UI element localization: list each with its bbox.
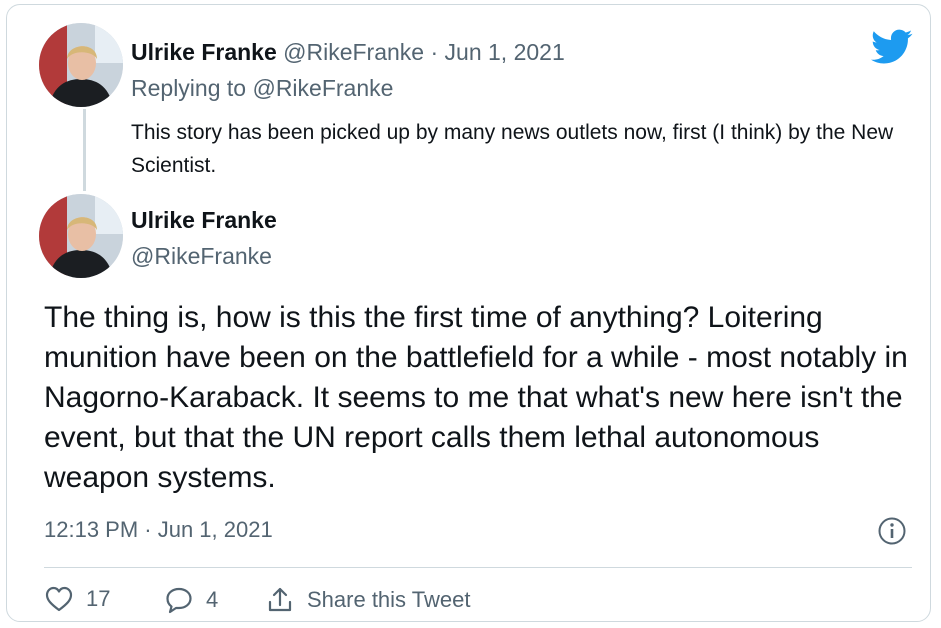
- reply-button[interactable]: 4: [164, 585, 218, 615]
- reply-tweet-text: This story has been picked up by many ne…: [131, 121, 894, 177]
- reply-tweet-date[interactable]: Jun 1, 2021: [445, 39, 565, 65]
- reply-meta-separator: ·: [430, 39, 439, 65]
- share-label: Share this Tweet: [307, 587, 471, 612]
- reply-tweet-header: Ulrike Franke @RikeFranke · Jun 1, 2021: [131, 39, 565, 66]
- speech-bubble-icon: [166, 587, 192, 614]
- heart-icon: [45, 586, 73, 612]
- replying-to-prefix: Replying to: [131, 75, 247, 101]
- main-tweet-text: The thing is, how is this the first time…: [44, 301, 908, 494]
- action-bar-divider: [44, 567, 912, 568]
- like-button[interactable]: 17: [44, 585, 110, 613]
- reply-author-handle[interactable]: @RikeFranke: [283, 39, 424, 65]
- main-author-name[interactable]: Ulrike Franke: [131, 207, 277, 234]
- thread-connector-line: [83, 109, 86, 191]
- share-tweet-button[interactable]: Share this Tweet: [265, 585, 470, 615]
- main-author-handle[interactable]: @RikeFranke: [131, 243, 272, 270]
- reply-author-name[interactable]: Ulrike Franke: [131, 39, 277, 65]
- info-icon[interactable]: [877, 516, 907, 546]
- share-upload-icon: [268, 587, 292, 612]
- replying-to-line: Replying to @RikeFranke: [131, 75, 393, 102]
- replying-to-handle-link[interactable]: @RikeFranke: [252, 75, 393, 101]
- twitter-bird-icon[interactable]: [871, 29, 913, 65]
- main-author-avatar[interactable]: [39, 194, 123, 278]
- embedded-tweet-card: Ulrike Franke @RikeFranke · Jun 1, 2021 …: [6, 4, 931, 622]
- like-count: 17: [86, 586, 111, 611]
- reply-author-avatar[interactable]: [39, 23, 123, 107]
- reply-count: 4: [206, 587, 219, 612]
- tweet-timestamp-link[interactable]: 12:13 PM · Jun 1, 2021: [44, 517, 273, 543]
